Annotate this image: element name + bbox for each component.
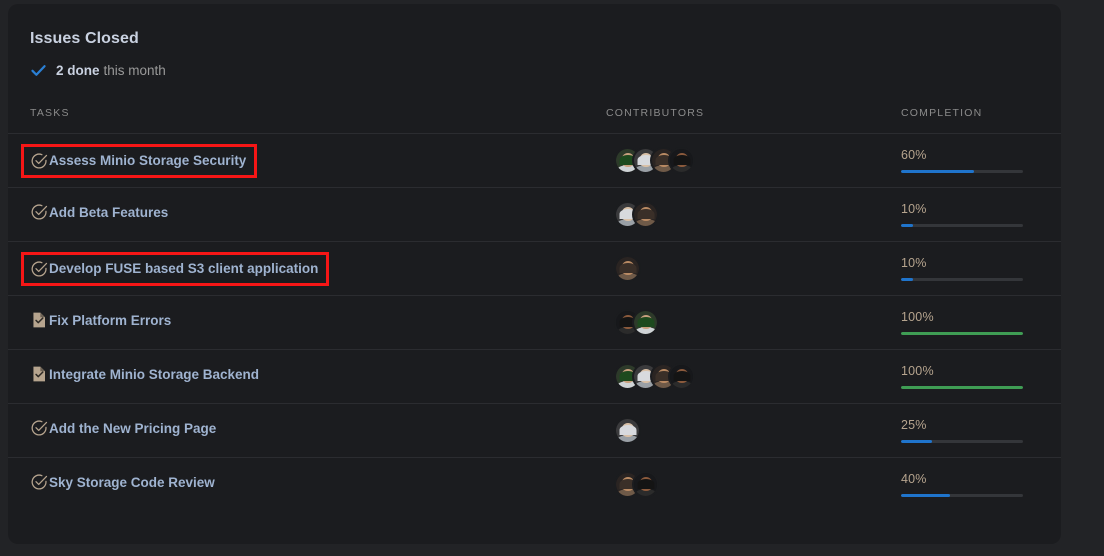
completion-cell: 100% xyxy=(901,295,1061,350)
progress-bar-fill xyxy=(901,440,932,443)
avatar-group xyxy=(606,309,901,336)
completion-percentage: 10% xyxy=(901,202,927,216)
contributors-cell xyxy=(606,458,901,512)
tasks-table: TASKS CONTRIBUTORS COMPLETION Assess Min… xyxy=(8,95,1061,512)
document-check-icon xyxy=(30,365,48,383)
avatar-group xyxy=(606,255,901,282)
card-header: Issues Closed 2 done this month xyxy=(8,4,1061,79)
page-title: Issues Closed xyxy=(30,30,139,47)
avatar[interactable] xyxy=(614,255,641,282)
task-cell: Add the New Pricing Page xyxy=(8,403,606,458)
avatar-group xyxy=(606,147,901,174)
task-item[interactable]: Fix Platform Errors xyxy=(30,311,171,329)
completion-cell: 10% xyxy=(901,187,1061,242)
completion-percentage: 10% xyxy=(901,256,927,270)
task-check-circle-icon xyxy=(30,473,48,491)
progress-bar-track xyxy=(901,332,1023,335)
task-check-circle-icon xyxy=(30,203,48,221)
progress-bar-track xyxy=(901,494,1023,498)
table-row[interactable]: Add the New Pricing Page 25% xyxy=(8,403,1061,458)
card-subtitle: 2 done this month xyxy=(30,62,1061,79)
task-item[interactable]: Sky Storage Code Review xyxy=(30,473,215,491)
task-label[interactable]: Add the New Pricing Page xyxy=(49,421,216,436)
column-header-tasks: TASKS xyxy=(8,95,606,134)
avatar[interactable] xyxy=(614,417,641,444)
issues-closed-card: Issues Closed 2 done this month TASKS CO… xyxy=(8,4,1061,544)
avatar[interactable] xyxy=(668,363,695,390)
table-row[interactable]: Assess Minio Storage Security 60% xyxy=(8,133,1061,188)
completion-cell: 40% xyxy=(901,458,1061,512)
task-check-circle-icon xyxy=(30,419,48,437)
task-cell: Add Beta Features xyxy=(8,187,606,242)
progress-bar-fill xyxy=(901,494,950,498)
table-row[interactable]: Develop FUSE based S3 client application… xyxy=(8,241,1061,296)
progress-bar-track xyxy=(901,170,1023,173)
progress-bar-fill xyxy=(901,170,975,173)
avatar-group xyxy=(606,471,901,499)
progress-bar-fill xyxy=(901,278,914,281)
completion-percentage: 60% xyxy=(901,148,927,162)
contributors-cell xyxy=(606,187,901,242)
contributors-cell xyxy=(606,241,901,296)
avatar[interactable] xyxy=(668,147,695,174)
progress-bar-track xyxy=(901,440,1023,443)
task-item[interactable]: Integrate Minio Storage Backend xyxy=(30,365,259,383)
table-row[interactable]: Integrate Minio Storage Backend 100% xyxy=(8,349,1061,404)
task-label[interactable]: Add Beta Features xyxy=(49,205,168,220)
completion-cell: 100% xyxy=(901,349,1061,404)
progress-bar-fill xyxy=(901,386,1023,389)
task-item[interactable]: Add the New Pricing Page xyxy=(30,419,216,437)
completion-percentage: 40% xyxy=(901,472,927,487)
table-body: Assess Minio Storage Security 60% Add Beta… xyxy=(8,133,1061,512)
completion-cell: 25% xyxy=(901,403,1061,458)
progress-bar-track xyxy=(901,386,1023,389)
task-check-circle-icon xyxy=(30,152,48,170)
progress-bar-fill xyxy=(901,332,1023,335)
column-header-contributors: CONTRIBUTORS xyxy=(606,95,901,134)
table-header-row: TASKS CONTRIBUTORS COMPLETION xyxy=(8,95,1061,134)
avatar-group xyxy=(606,363,901,390)
contributors-cell xyxy=(606,295,901,350)
task-check-circle-icon xyxy=(30,260,48,278)
avatar-group xyxy=(606,201,901,228)
column-header-completion: COMPLETION xyxy=(901,95,1061,134)
task-item-highlighted[interactable]: Develop FUSE based S3 client application xyxy=(20,251,330,286)
completion-cell: 10% xyxy=(901,241,1061,296)
task-label[interactable]: Assess Minio Storage Security xyxy=(49,153,246,168)
contributors-cell xyxy=(606,133,901,188)
done-count: 2 done xyxy=(56,63,100,78)
completion-percentage: 100% xyxy=(901,364,934,378)
progress-bar-track xyxy=(901,224,1023,227)
task-label[interactable]: Fix Platform Errors xyxy=(49,313,171,328)
progress-bar-track xyxy=(901,278,1023,281)
task-cell: Sky Storage Code Review xyxy=(8,458,606,512)
document-check-icon xyxy=(30,311,48,329)
avatar[interactable] xyxy=(632,309,659,336)
progress-bar-fill xyxy=(901,224,914,227)
task-item-highlighted[interactable]: Assess Minio Storage Security xyxy=(20,143,258,178)
completion-percentage: 25% xyxy=(901,418,927,432)
task-label[interactable]: Integrate Minio Storage Backend xyxy=(49,367,259,382)
subtitle-period: this month xyxy=(103,63,166,78)
task-cell: Fix Platform Errors xyxy=(8,295,606,350)
task-label[interactable]: Develop FUSE based S3 client application xyxy=(49,261,318,276)
contributors-cell xyxy=(606,403,901,458)
completion-percentage: 100% xyxy=(901,310,934,324)
contributors-cell xyxy=(606,349,901,404)
check-icon xyxy=(30,62,47,79)
table-row[interactable]: Add Beta Features 10% xyxy=(8,187,1061,242)
avatar-group xyxy=(606,417,901,444)
task-cell: Develop FUSE based S3 client application xyxy=(8,241,606,296)
avatar[interactable] xyxy=(632,471,659,499)
task-label[interactable]: Sky Storage Code Review xyxy=(49,475,215,490)
table-row[interactable]: Fix Platform Errors 100% xyxy=(8,295,1061,350)
task-cell: Assess Minio Storage Security xyxy=(8,133,606,188)
avatar[interactable] xyxy=(632,201,659,228)
task-cell: Integrate Minio Storage Backend xyxy=(8,349,606,404)
completion-cell: 60% xyxy=(901,133,1061,188)
table-row[interactable]: Sky Storage Code Review 40% xyxy=(8,458,1061,512)
task-item[interactable]: Add Beta Features xyxy=(30,203,168,221)
table-header: TASKS CONTRIBUTORS COMPLETION xyxy=(8,95,1061,134)
